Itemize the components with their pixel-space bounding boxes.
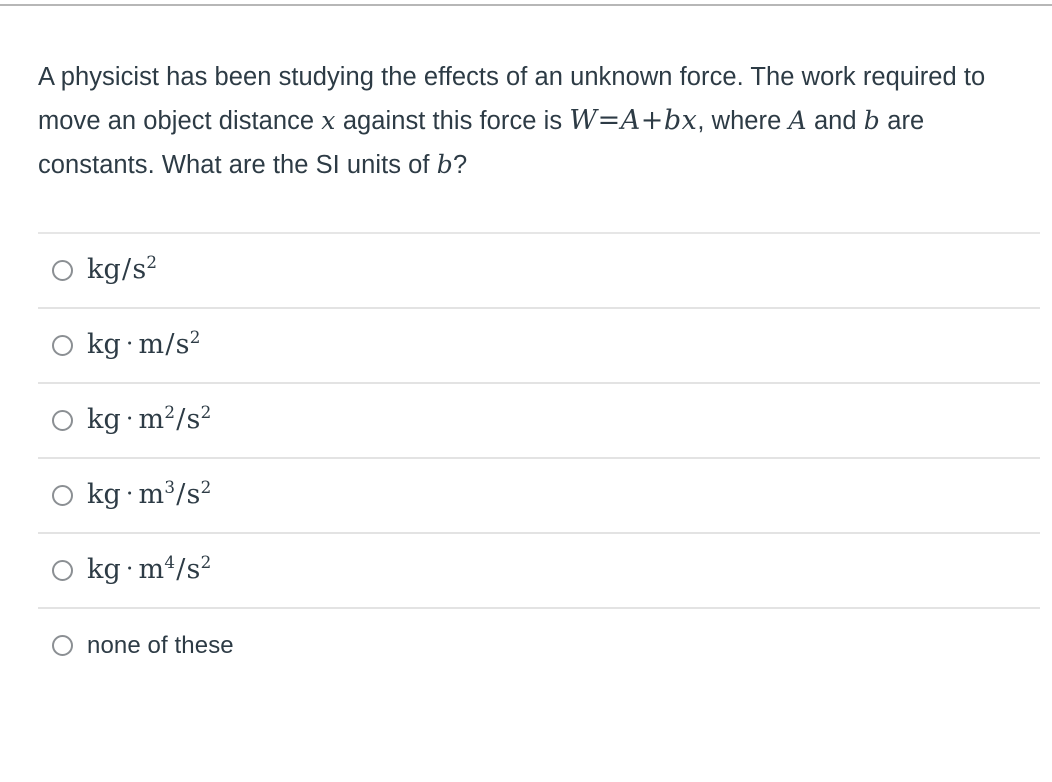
division-slash: /: [165, 329, 175, 360]
option-label: kg/s2: [87, 254, 157, 285]
exponent: 2: [164, 402, 176, 422]
math-variable-b: b: [863, 106, 881, 135]
unit-text: m: [138, 554, 165, 585]
unit-text: m: [138, 479, 165, 510]
equation-a: A: [620, 105, 641, 136]
option-kg-m4-per-s2[interactable]: kg · m4/s2: [38, 532, 1040, 607]
equation-plus: +: [640, 105, 664, 136]
answer-options-list: kg/s2 kg · m/s2 kg · m2/s2 kg · m3/s2 kg · m4/s2 none…: [38, 232, 1040, 682]
multiplication-dot: ·: [126, 331, 134, 358]
unit-text: none of these: [87, 631, 234, 659]
quiz-question-page: A physicist has been studying the effect…: [0, 0, 1052, 682]
question-line-2-post: against this force is: [335, 107, 563, 135]
option-label: kg · m2/s2: [87, 404, 211, 435]
unit-text: s: [132, 254, 147, 285]
radio-button-icon[interactable]: [52, 260, 73, 281]
option-kg-per-s2[interactable]: kg/s2: [38, 232, 1040, 307]
option-kg-m2-per-s2[interactable]: kg · m2/s2: [38, 382, 1040, 457]
exponent: 2: [146, 252, 158, 272]
unit-text: kg: [87, 554, 122, 585]
radio-button-icon[interactable]: [52, 485, 73, 506]
multiplication-dot: ·: [126, 556, 134, 583]
unit-text: s: [186, 554, 201, 585]
question-mark: ?: [453, 151, 468, 179]
question-line-3-a: where: [704, 107, 789, 135]
unit-text: s: [186, 404, 201, 435]
multiplication-dot: ·: [126, 406, 134, 433]
question-line-1: A physicist has been studying the effect…: [38, 63, 795, 91]
option-none-of-these[interactable]: none of these: [38, 607, 1040, 682]
question-stem: A physicist has been studying the effect…: [38, 56, 1038, 187]
exponent: 2: [189, 327, 201, 347]
equation-bx: bx: [663, 105, 698, 136]
option-kg-m-per-s2[interactable]: kg · m/s2: [38, 307, 1040, 382]
option-label: kg · m4/s2: [87, 554, 211, 585]
unit-text: kg: [87, 329, 122, 360]
unit-text: kg: [87, 479, 122, 510]
equation-w: W: [569, 105, 598, 136]
exponent: 4: [164, 552, 176, 572]
exponent: 2: [200, 552, 212, 572]
exponent: 2: [200, 402, 212, 422]
division-slash: /: [176, 404, 186, 435]
option-kg-m3-per-s2[interactable]: kg · m3/s2: [38, 457, 1040, 532]
unit-text: kg: [87, 254, 122, 285]
option-label: kg · m3/s2: [87, 479, 211, 510]
radio-button-icon[interactable]: [52, 560, 73, 581]
exponent: 3: [164, 477, 176, 497]
option-label: kg · m/s2: [87, 329, 201, 360]
math-variable-x: x: [321, 106, 336, 135]
equation-equals: =: [597, 105, 621, 136]
radio-button-icon[interactable]: [52, 410, 73, 431]
division-slash: /: [176, 479, 186, 510]
math-variable-a: A: [788, 106, 807, 135]
radio-button-icon[interactable]: [52, 635, 73, 656]
option-label: none of these: [87, 631, 234, 659]
unit-text: s: [186, 479, 201, 510]
exponent: 2: [200, 477, 212, 497]
unit-text: m: [138, 329, 165, 360]
unit-text: s: [175, 329, 190, 360]
division-slash: /: [176, 554, 186, 585]
multiplication-dot: ·: [126, 481, 134, 508]
division-slash: /: [122, 254, 132, 285]
question-line-3-b: and: [806, 107, 864, 135]
unit-text: kg: [87, 404, 122, 435]
math-variable-b-final: b: [436, 150, 453, 179]
unit-text: m: [138, 404, 165, 435]
radio-button-icon[interactable]: [52, 335, 73, 356]
